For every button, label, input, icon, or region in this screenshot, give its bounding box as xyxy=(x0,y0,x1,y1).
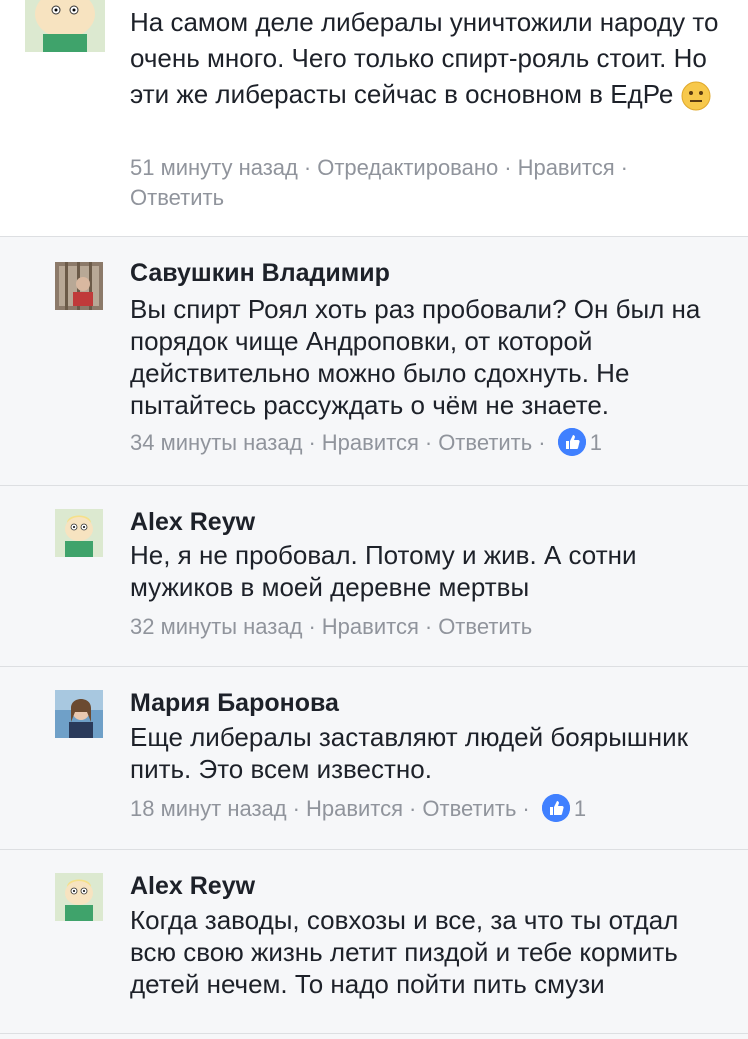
avatar[interactable] xyxy=(55,873,103,921)
author-name[interactable]: Alex Reyw xyxy=(130,508,255,537)
like-link[interactable]: Нравится xyxy=(322,614,419,639)
comment-item: На самом деле либералы уничтожили народу… xyxy=(0,0,748,237)
like-link[interactable]: Нравится xyxy=(518,155,615,180)
avatar[interactable] xyxy=(55,262,103,310)
author-name[interactable]: Савушкин Владимир xyxy=(130,259,390,288)
comment-item: Мария Баронова Еще либералы заставляют л… xyxy=(0,667,748,850)
comment-item: Савушкин Владимир Вы спирт Роял хоть раз… xyxy=(0,237,748,486)
like-link[interactable]: Нравится xyxy=(306,796,403,821)
comment-text: Когда заводы, совхозы и все, за что ты о… xyxy=(130,905,679,999)
author-name[interactable]: Alex Reyw xyxy=(130,872,255,901)
comment-meta: 51 минуту назад · Отредактировано · Нравится… xyxy=(130,155,628,210)
divider xyxy=(0,1033,748,1034)
likes-count: 1 xyxy=(589,430,602,455)
comment-text: Вы спирт Роял хоть раз пробовали? Он был… xyxy=(130,294,701,420)
timestamp[interactable]: 18 минут назад xyxy=(130,796,287,821)
comment-meta: 34 минуты назад · Нравится · Ответить · 1 xyxy=(130,428,602,457)
timestamp[interactable]: 32 минуты назад xyxy=(130,614,302,639)
timestamp[interactable]: 34 минуты назад xyxy=(130,430,302,455)
comment-item: Alex Reyw Не, я не пробовал. Потому и жи… xyxy=(0,486,748,667)
reply-link[interactable]: Ответить xyxy=(422,796,516,821)
reply-link[interactable]: Ответить xyxy=(438,614,532,639)
comment-text: Не, я не пробовал. Потому и жив. А сотни… xyxy=(130,540,637,602)
timestamp[interactable]: 51 минуту назад xyxy=(130,155,298,180)
comment-meta: 32 минуты назад · Нравится · Ответить xyxy=(130,614,533,639)
avatar[interactable] xyxy=(55,509,103,557)
like-reaction-icon[interactable] xyxy=(557,428,586,457)
reply-link[interactable]: Ответить xyxy=(130,185,224,210)
avatar[interactable] xyxy=(55,690,103,738)
comment-text: Еще либералы заставляют людей боярышник … xyxy=(130,722,689,784)
reply-link[interactable]: Ответить xyxy=(438,430,532,455)
neutral-face-emoji-icon xyxy=(681,81,711,111)
edited-label[interactable]: Отредактировано xyxy=(317,155,498,180)
like-reaction-icon[interactable] xyxy=(541,794,570,823)
author-name[interactable]: Мария Баронова xyxy=(130,689,339,718)
comment-text: На самом деле либералы уничтожили народу… xyxy=(130,4,730,112)
comment-item: Alex Reyw Когда заводы, совхозы и все, з… xyxy=(0,850,748,1039)
like-link[interactable]: Нравится xyxy=(322,430,419,455)
likes-count: 1 xyxy=(573,796,587,821)
comment-meta: 18 минут назад · Нравится · Ответить · 1 xyxy=(130,794,587,823)
avatar[interactable] xyxy=(25,0,105,52)
